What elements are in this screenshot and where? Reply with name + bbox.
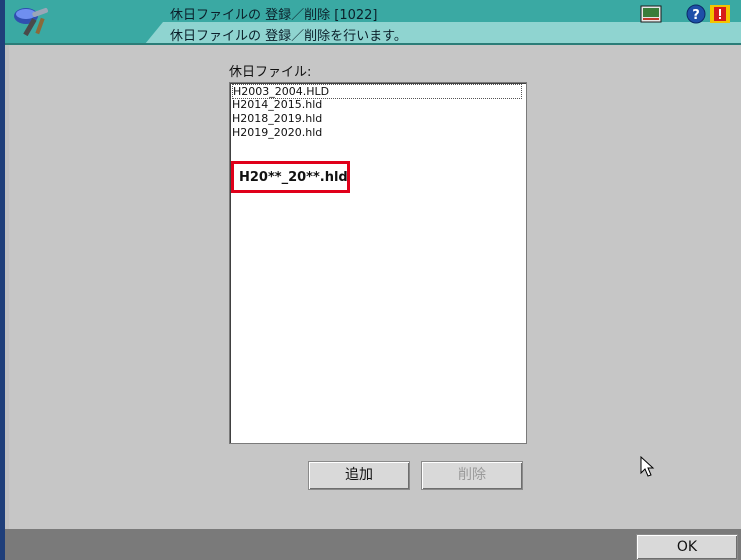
help-icon[interactable]: ? [685,4,707,24]
list-item[interactable]: H2019_2020.hld [232,126,322,139]
holiday-file-label: 休日ファイル: [229,65,312,80]
window-title: 休日ファイルの 登録／削除 [1022] [170,8,378,23]
app-tools-icon [14,7,48,37]
add-button[interactable]: 追加 [308,461,410,490]
svg-text:?: ? [692,8,700,23]
ok-button[interactable]: OK [636,534,738,560]
holiday-file-list[interactable]: H2003_2004.HLD H2014_2015.hld H2018_2019… [229,82,527,444]
window-left-border [0,0,5,560]
delete-button[interactable]: 削除 [421,461,523,490]
filename-format-annotation: H20**_20**.hld [231,161,350,193]
list-item[interactable]: H2014_2015.hld [232,98,322,111]
list-item[interactable]: H2018_2019.hld [232,112,322,125]
mouse-cursor-icon [640,456,655,477]
list-item[interactable]: H2003_2004.HLD [232,84,522,99]
bottom-bar [5,529,741,560]
alert-icon[interactable] [709,4,731,24]
annotation-text: H20**_20**.hld [239,170,348,185]
window-subtitle: 休日ファイルの 登録／削除を行います。 [170,29,407,44]
terminal-icon[interactable] [640,4,662,24]
